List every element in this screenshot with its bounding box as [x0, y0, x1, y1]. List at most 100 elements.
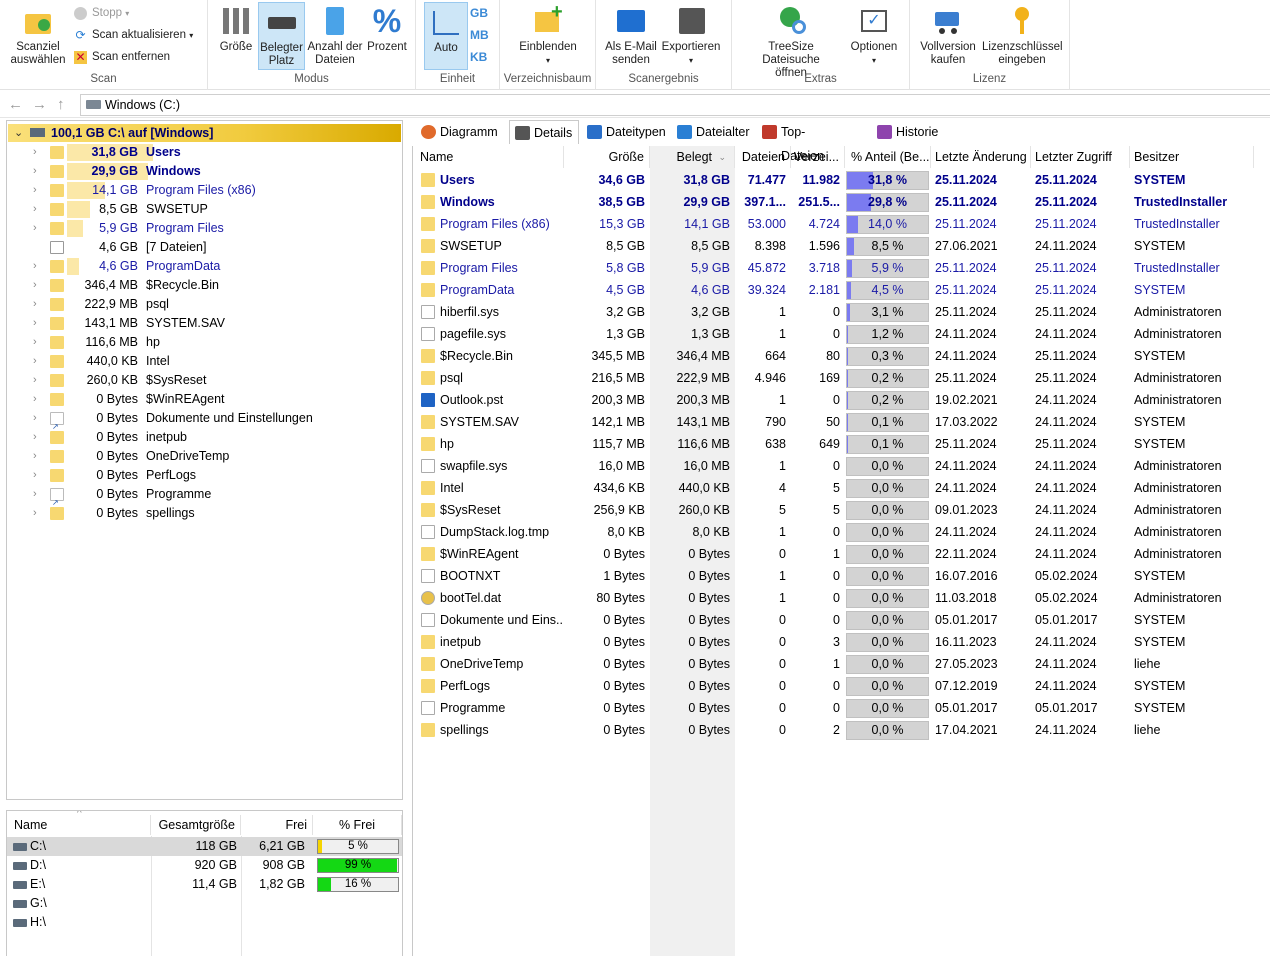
tab-details[interactable]: Details — [509, 120, 579, 144]
col-total-size[interactable]: Gesamtgröße — [151, 815, 241, 835]
table-row[interactable]: Program Files 5,8 GB 5,9 GB 45.872 3.718 25.1… — [413, 257, 1270, 279]
expand-icon[interactable]: › — [33, 200, 37, 219]
drive-row[interactable]: G:\ — [7, 894, 402, 913]
col-free[interactable]: Frei — [241, 815, 313, 835]
table-row[interactable]: Programme 0 Bytes 0 Bytes 0 0 05.01.2017 05.01… — [413, 697, 1270, 719]
tree-item[interactable]: › ↗ 0 Bytes Dokumente und Einstellungen — [7, 409, 402, 431]
license-key-button[interactable]: Lizenzschlüssel eingeben — [982, 2, 1063, 70]
table-row[interactable]: Intel 434,6 KB 440,0 KB 4 5 24.11.2024 24.11.2… — [413, 477, 1270, 499]
col-size[interactable]: Größe — [564, 146, 650, 168]
table-row[interactable]: Windows 38,5 GB 29,9 GB 397.1... 251.5... 25.… — [413, 191, 1270, 213]
col-pct-free[interactable]: % Frei — [313, 815, 402, 835]
tree-item[interactable]: › 222,9 MB psql — [7, 295, 402, 314]
table-row[interactable]: OneDriveTemp 0 Bytes 0 Bytes 0 1 27.05.2023 24… — [413, 653, 1270, 675]
tab-topdateien[interactable]: Top-Dateien — [757, 120, 847, 163]
table-row[interactable]: Outlook.pst 200,3 MB 200,3 MB 1 0 19.02.2021 2… — [413, 389, 1270, 411]
used-space-mode-button[interactable]: Belegter Platz — [258, 2, 305, 70]
expand-icon[interactable]: › — [33, 181, 37, 200]
col-drive-name[interactable]: Name — [7, 815, 151, 835]
expand-icon[interactable]: › — [33, 257, 37, 276]
tree-item[interactable]: › 116,6 MB hp — [7, 333, 402, 352]
expand-icon[interactable]: › — [33, 219, 37, 238]
table-row[interactable]: SWSETUP 8,5 GB 8,5 GB 8.398 1.596 27.06.2021 2… — [413, 235, 1270, 257]
expand-icon[interactable]: › — [33, 371, 37, 390]
tab-dateitypen[interactable]: Dateitypen — [582, 120, 668, 144]
file-count-mode-button[interactable]: Anzahl der Dateien — [306, 2, 364, 70]
col-modified[interactable]: Letzte Änderung — [931, 146, 1031, 168]
table-row[interactable]: $Recycle.Bin 345,5 MB 346,4 MB 664 80 24.11.2… — [413, 345, 1270, 367]
table-row[interactable]: BOOTNXT 1 Bytes 0 Bytes 1 0 16.07.2016 05.02.2… — [413, 565, 1270, 587]
table-row[interactable]: hiberfil.sys 3,2 GB 3,2 GB 1 0 25.11.2024 25.1… — [413, 301, 1270, 323]
refresh-scan-button[interactable]: ⟳ Scan aktualisieren ▾ — [74, 26, 193, 44]
table-row[interactable]: Dokumente und Eins... 0 Bytes 0 Bytes 0 0 05.… — [413, 609, 1270, 631]
show-button[interactable]: + Einblenden ▾ — [510, 2, 586, 70]
table-row[interactable]: Users 34,6 GB 31,8 GB 71.477 11.982 25.11.202… — [413, 169, 1270, 191]
tree-root[interactable]: ⌄ 100,1 GB C:\ auf [Windows] — [8, 124, 401, 142]
expand-icon[interactable]: › — [33, 295, 37, 314]
table-row[interactable]: $SysReset 256,9 KB 260,0 KB 5 5 09.01.2023 24.… — [413, 499, 1270, 521]
collapse-icon[interactable]: ⌄ — [14, 124, 23, 142]
tree-item[interactable]: › 31,8 GB Users — [7, 143, 402, 162]
percent-mode-button[interactable]: % Prozent — [365, 2, 409, 70]
path-input[interactable]: Windows (C:) — [80, 94, 1270, 116]
tree-item[interactable]: › 143,1 MB SYSTEM.SAV — [7, 314, 402, 333]
expand-icon[interactable]: › — [33, 276, 37, 295]
kb-unit-button[interactable]: KB — [470, 50, 487, 64]
table-row[interactable]: DumpStack.log.tmp 8,0 KB 8,0 KB 1 0 24.11.202… — [413, 521, 1270, 543]
expand-icon[interactable]: › — [33, 485, 37, 504]
tree-item[interactable]: › 5,9 GB Program Files — [7, 219, 402, 238]
stop-button[interactable]: Stopp ▾ — [74, 4, 129, 22]
table-row[interactable]: swapfile.sys 16,0 MB 16,0 MB 1 0 24.11.2024 24… — [413, 455, 1270, 477]
expand-icon[interactable]: › — [33, 314, 37, 333]
tree-item[interactable]: › 346,4 MB $Recycle.Bin — [7, 276, 402, 295]
table-row[interactable]: pagefile.sys 1,3 GB 1,3 GB 1 0 24.11.2024 24.1… — [413, 323, 1270, 345]
tree-item[interactable]: › 0 Bytes OneDriveTemp — [7, 447, 402, 466]
remove-scan-button[interactable]: ✕ Scan entfernen — [74, 48, 170, 66]
table-row[interactable]: spellings 0 Bytes 0 Bytes 0 2 17.04.2021 24.11… — [413, 719, 1270, 741]
tree-item[interactable]: › 8,5 GB SWSETUP — [7, 200, 402, 219]
tree-item[interactable]: › ↗ 0 Bytes Programme — [7, 485, 402, 507]
table-row[interactable]: inetpub 0 Bytes 0 Bytes 0 3 16.11.2023 24.11.2… — [413, 631, 1270, 653]
drive-row[interactable]: H:\ — [7, 913, 402, 932]
expand-icon[interactable]: › — [33, 504, 37, 523]
expand-icon[interactable]: › — [33, 162, 37, 181]
folder-tree[interactable]: ⌄ 100,1 GB C:\ auf [Windows] › 31,8 GB Use… — [6, 120, 403, 800]
table-row[interactable]: ProgramData 4,5 GB 4,6 GB 39.324 2.181 25.11.… — [413, 279, 1270, 301]
email-button[interactable]: Als E-Mail senden — [602, 2, 660, 70]
details-table[interactable]: Name Größe Belegt ⌄ Dateien Verzei... % A… — [412, 146, 1270, 956]
drive-row[interactable]: D:\ 920 GB 908 GB 99 % — [7, 856, 402, 875]
table-row[interactable]: hp 115,7 MB 116,6 MB 638 649 25.11.2024 25.11.… — [413, 433, 1270, 455]
col-percent[interactable]: % Anteil (Be... — [845, 146, 931, 168]
expand-icon[interactable]: › — [33, 333, 37, 352]
mb-unit-button[interactable]: MB — [470, 28, 489, 42]
tree-item[interactable]: › 4,6 GB ProgramData — [7, 257, 402, 276]
table-row[interactable]: PerfLogs 0 Bytes 0 Bytes 0 0 07.12.2019 24.11.… — [413, 675, 1270, 697]
table-row[interactable]: $WinREAgent 0 Bytes 0 Bytes 0 1 22.11.2024 24.… — [413, 543, 1270, 565]
tree-item[interactable]: 4,6 GB [7 Dateien] — [7, 238, 402, 257]
options-button[interactable]: ✓ Optionen ▾ — [846, 2, 902, 70]
table-row[interactable]: Program Files (x86) 15,3 GB 14,1 GB 53.000 4… — [413, 213, 1270, 235]
tree-item[interactable]: › 440,0 KB Intel — [7, 352, 402, 371]
col-used[interactable]: Belegt ⌄ — [650, 146, 735, 168]
drive-row[interactable]: E:\ 11,4 GB 1,82 GB 16 % — [7, 875, 402, 894]
col-accessed[interactable]: Letzter Zugriff — [1031, 146, 1130, 168]
tree-item[interactable]: › 0 Bytes inetpub — [7, 428, 402, 447]
drive-row[interactable]: C:\ 118 GB 6,21 GB 5 % — [7, 837, 402, 856]
tree-item[interactable]: › 0 Bytes spellings — [7, 504, 402, 523]
expand-icon[interactable]: › — [33, 352, 37, 371]
expand-icon[interactable]: › — [33, 390, 37, 409]
export-button[interactable]: Exportieren ▾ — [660, 2, 722, 70]
expand-icon[interactable]: › — [33, 143, 37, 162]
expand-icon[interactable]: › — [33, 466, 37, 485]
col-name[interactable]: Name — [413, 146, 564, 168]
scan-target-button[interactable]: Scanziel auswählen — [4, 2, 72, 70]
gb-unit-button[interactable]: GB — [470, 6, 488, 20]
col-files[interactable]: Dateien — [735, 146, 791, 168]
forward-icon[interactable]: → — [32, 96, 47, 113]
file-search-button[interactable]: TreeSize Dateisuche öffnen — [738, 2, 844, 79]
tree-item[interactable]: › 14,1 GB Program Files (x86) — [7, 181, 402, 200]
table-row[interactable]: psql 216,5 MB 222,9 MB 4.946 169 25.11.2024 25… — [413, 367, 1270, 389]
expand-icon[interactable]: › — [33, 447, 37, 466]
tree-item[interactable]: › 0 Bytes $WinREAgent — [7, 390, 402, 409]
expand-icon[interactable]: › — [33, 428, 37, 447]
